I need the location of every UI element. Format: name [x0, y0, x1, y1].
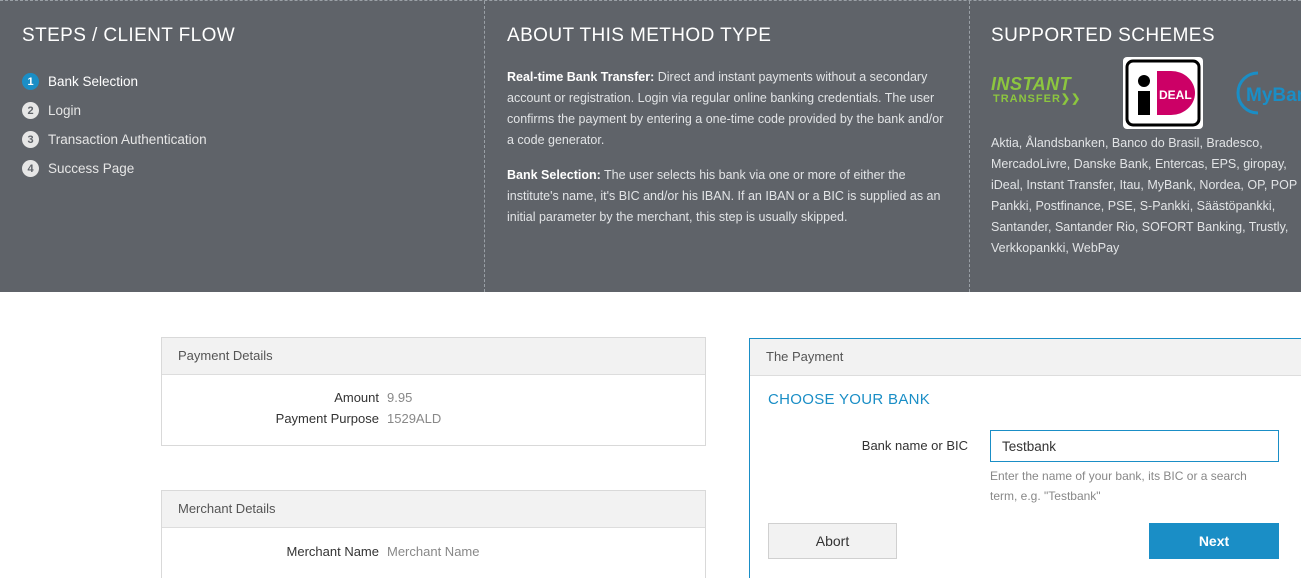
schemes-column: SUPPORTED SCHEMES INSTANT TRANSFER❯❯ DEA…: [970, 1, 1301, 292]
realtime-transfer-description: Real-time Bank Transfer: Direct and inst…: [507, 67, 949, 151]
abort-button[interactable]: Abort: [768, 523, 897, 559]
step-number-badge: 2: [22, 102, 39, 119]
bank-help-text: Enter the name of your bank, its BIC or …: [990, 469, 1247, 503]
step-number-badge: 3: [22, 131, 39, 148]
ideal-logo-graphic: DEAL: [1125, 59, 1201, 127]
amount-label: Amount: [334, 390, 379, 405]
step-number-badge: 4: [22, 160, 39, 177]
step-login: 2 Login: [22, 96, 484, 125]
payment-purpose-label: Payment Purpose: [275, 411, 379, 426]
schemes-title: SUPPORTED SCHEMES: [991, 25, 1215, 46]
mybank-logo: MyBank: [1234, 69, 1301, 117]
step-success-page: 4 Success Page: [22, 154, 484, 183]
ideal-logo: DEAL: [1123, 57, 1203, 129]
about-title: ABOUT THIS METHOD TYPE: [507, 25, 772, 46]
step-transaction-authentication: 3 Transaction Authentication: [22, 125, 484, 154]
amount-value: 9.95: [387, 390, 413, 405]
info-band: STEPS / CLIENT FLOW 1 Bank Selection 2 L…: [0, 0, 1301, 292]
step-label: Transaction Authentication: [48, 132, 207, 147]
panel-heading: Merchant Details: [162, 491, 705, 528]
transfer-logo-word: TRANSFER❯❯: [993, 93, 1082, 105]
bank-name-input[interactable]: [990, 430, 1279, 462]
bank-selection-term: Bank Selection:: [507, 168, 601, 182]
step-bank-selection: 1 Bank Selection: [22, 67, 484, 96]
instant-logo-word: INSTANT: [991, 74, 1072, 94]
payment-purpose-value: 1529ALD: [387, 411, 442, 426]
next-button[interactable]: Next: [1149, 523, 1279, 559]
mybank-logo-text: MyBank: [1246, 85, 1301, 106]
payment-details-panel: Payment Details Amount 9.95 Payment Purp…: [161, 337, 706, 446]
steps-column: STEPS / CLIENT FLOW 1 Bank Selection 2 L…: [0, 1, 485, 292]
panel-heading: Payment Details: [162, 338, 705, 375]
instant-transfer-logo: INSTANT TRANSFER❯❯: [991, 75, 1091, 111]
svg-text:DEAL: DEAL: [1159, 88, 1192, 102]
step-label: Login: [48, 103, 82, 118]
bank-selection-description: Bank Selection: The user selects his ban…: [507, 165, 949, 228]
merchant-name-value: Merchant Name: [387, 544, 480, 559]
step-number-badge: 1: [22, 73, 39, 90]
merchant-name-label: Merchant Name: [286, 544, 379, 559]
step-label: Success Page: [48, 161, 135, 176]
panel-heading: The Payment: [750, 339, 1301, 376]
choose-bank-title: CHOOSE YOUR BANK: [768, 391, 931, 408]
bank-name-label: Bank name or BIC: [861, 438, 968, 453]
the-payment-panel: The Payment CHOOSE YOUR BANK Bank name o…: [749, 338, 1301, 578]
step-label: Bank Selection: [48, 74, 139, 89]
scheme-logos: INSTANT TRANSFER❯❯ DEAL MyBank: [991, 57, 1301, 131]
realtime-transfer-term: Real-time Bank Transfer:: [507, 70, 655, 84]
steps-title: STEPS / CLIENT FLOW: [22, 25, 236, 46]
merchant-details-panel: Merchant Details Merchant Name Merchant …: [161, 490, 706, 578]
supported-schemes-list: Aktia, Ålandsbanken, Banco do Brasil, Br…: [991, 136, 1297, 255]
mybank-logo-graphic: MyBank: [1236, 71, 1301, 115]
about-column: ABOUT THIS METHOD TYPE Real-time Bank Tr…: [485, 1, 970, 292]
